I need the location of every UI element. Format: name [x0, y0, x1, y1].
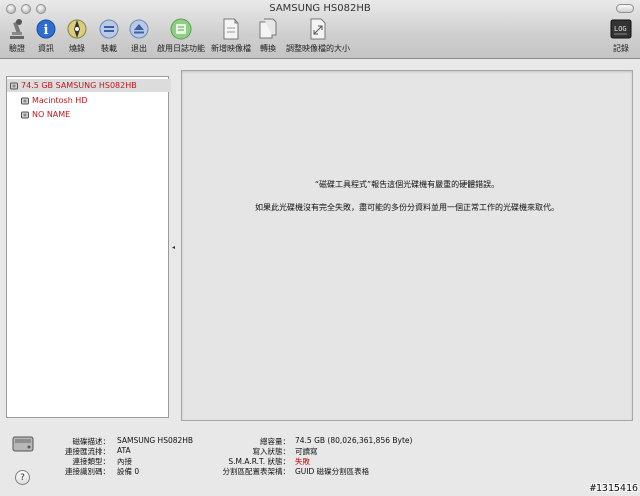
- mount-button[interactable]: 裝載: [98, 18, 120, 54]
- burn-label: 燒錄: [69, 44, 85, 53]
- disk-list[interactable]: 74.5 GB SAMSUNG HS082HB Macintosh HD NO …: [6, 76, 171, 418]
- error-message-line1: “磁碟工具程式”報告這個光碟機有嚴重的硬體錯誤。: [314, 180, 500, 189]
- new-image-label: 新增映像檔: [211, 44, 251, 53]
- info-value: ATA: [117, 446, 131, 455]
- info-key: 連接識別碼：: [65, 467, 110, 476]
- enable-journaling-label: 啟用日誌功能: [157, 44, 205, 53]
- volume-item-label: NO NAME: [32, 110, 71, 119]
- title-bar: SAMSUNG HS082HB 驗證 i 資訊 燒錄 裝載 退出 啟用日誌功能 …: [0, 0, 640, 59]
- journal-icon: [170, 18, 192, 40]
- new-image-button[interactable]: 新增映像檔: [211, 18, 251, 54]
- toolbar: 驗證 i 資訊 燒錄 裝載 退出 啟用日誌功能 新增映像檔 轉換 調整映像檔的大…: [0, 18, 640, 56]
- svg-text:i: i: [44, 23, 49, 38]
- error-message-line2: 如果此光碟機沒有完全失敗，盡可能的多份分資料並用一個正常工作的光碟機來取代。: [255, 203, 559, 212]
- log-icon: LOG: [610, 18, 632, 40]
- volume-item-macintosh-hd[interactable]: Macintosh HD: [7, 94, 182, 107]
- eject-label: 退出: [131, 44, 147, 53]
- eject-icon: [128, 18, 150, 40]
- volume-icon: [21, 97, 29, 104]
- log-button[interactable]: LOG 記錄: [610, 18, 632, 54]
- watermark: #1315416: [589, 483, 638, 494]
- split-view-handle[interactable]: ◂: [172, 244, 175, 251]
- toolbar-toggle-button[interactable]: [616, 4, 634, 13]
- info-bar: ? 磁碟描述： SAMSUNG HS082HB 連接匯流排： ATA 連接類型：…: [0, 424, 640, 496]
- resize-image-label: 調整映像檔的大小: [286, 44, 350, 53]
- hard-disk-icon: [10, 82, 18, 89]
- convert-button[interactable]: 轉換: [257, 18, 279, 54]
- info-icon: i: [35, 18, 57, 40]
- svg-text:LOG: LOG: [614, 25, 627, 33]
- info-label: 資訊: [38, 44, 54, 53]
- volume-icon: [21, 111, 29, 118]
- verify-label: 驗證: [9, 44, 25, 53]
- burn-icon: [66, 18, 88, 40]
- main-panel: “磁碟工具程式”報告這個光碟機有嚴重的硬體錯誤。 如果此光碟機沒有完全失敗，盡可…: [181, 70, 633, 421]
- volume-item-no-name[interactable]: NO NAME: [7, 108, 182, 121]
- burn-button[interactable]: 燒錄: [66, 18, 88, 54]
- eject-button[interactable]: 退出: [128, 18, 150, 54]
- verify-button[interactable]: 驗證: [6, 18, 28, 54]
- enable-journaling-button[interactable]: 啟用日誌功能: [157, 18, 205, 54]
- info-value: 74.5 GB (80,026,361,856 Byte): [295, 436, 413, 445]
- convert-label: 轉換: [260, 44, 276, 53]
- window-title: SAMSUNG HS082HB: [269, 3, 371, 14]
- new-image-icon: [220, 18, 242, 40]
- disk-utility-window: SAMSUNG HS082HB 驗證 i 資訊 燒錄 裝載 退出 啟用日誌功能 …: [0, 0, 640, 496]
- resize-image-button[interactable]: 調整映像檔的大小: [286, 18, 350, 54]
- mount-label: 裝載: [101, 44, 117, 53]
- log-label: 記錄: [613, 44, 629, 53]
- disk-item-label: 74.5 GB SAMSUNG HS082HB: [21, 81, 137, 90]
- info-key: 分割區配置表架構：: [222, 467, 291, 476]
- disk-item-samsung[interactable]: 74.5 GB SAMSUNG HS082HB: [7, 79, 171, 92]
- info-value: GUID 磁碟分割區表格: [295, 467, 370, 476]
- info-value: 設備 0: [117, 467, 140, 476]
- mount-icon: [98, 18, 120, 40]
- info-button[interactable]: i 資訊: [35, 18, 57, 54]
- convert-icon: [257, 18, 279, 40]
- volume-item-label: Macintosh HD: [32, 96, 88, 105]
- microscope-icon: [6, 18, 28, 40]
- resize-image-icon: [307, 18, 329, 40]
